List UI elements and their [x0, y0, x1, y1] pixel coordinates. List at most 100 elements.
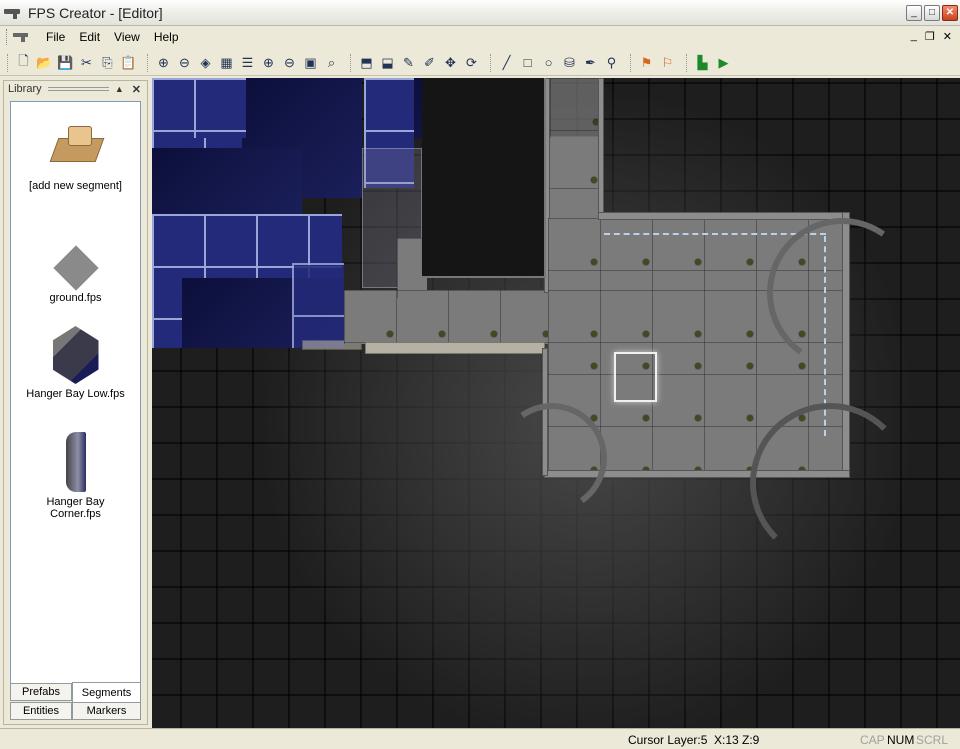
build-game-icon[interactable]: ▶ [713, 53, 734, 73]
hangar-wall-segment [152, 148, 302, 218]
menu-edit[interactable]: Edit [72, 28, 107, 46]
test-level-icon[interactable]: ▙ [692, 53, 713, 73]
list-item[interactable]: Hanger Bay Low.fps [11, 326, 140, 400]
select-icon[interactable]: ✥ [440, 53, 461, 73]
toolbar-grip[interactable] [350, 53, 353, 72]
paste-icon[interactable]: 📋 [118, 53, 139, 73]
brush-icon[interactable]: ✎ [398, 53, 419, 73]
list-item-label: ground.fps [49, 292, 102, 304]
list-item[interactable]: ground.fps [11, 240, 140, 304]
menubar-grip[interactable] [6, 29, 9, 45]
corridor-wall [598, 78, 604, 218]
add-segment-icon [46, 116, 106, 176]
list-item[interactable]: [add new segment] [11, 116, 140, 192]
eyedropper-icon[interactable]: ✒ [580, 53, 601, 73]
hangar-wall-segment [194, 78, 246, 138]
grid-icon[interactable]: ▦ [216, 53, 237, 73]
list-item-label: Hanger Bay Low.fps [26, 388, 125, 400]
toolbar-grip[interactable] [7, 53, 10, 72]
segment-list[interactable]: [add new segment] ground.fps Hanger Bay … [10, 101, 141, 701]
list-item-label: [add new segment] [29, 180, 122, 192]
hangar-wall-segment [292, 263, 344, 348]
line-icon[interactable]: ╱ [496, 53, 517, 73]
library-drag-grip[interactable] [47, 87, 109, 91]
list-item-label: Hanger Bay Corner.fps [46, 496, 105, 520]
cursor-layer-status: Cursor Layer:5 [628, 733, 708, 747]
rectangle-icon[interactable]: □ [517, 53, 538, 73]
toolbar-group: ⚑ ⚐ [627, 52, 681, 74]
segment-pick-icon[interactable]: ⬓ [377, 53, 398, 73]
magnify-icon[interactable]: ⌕ [321, 53, 342, 73]
layers-icon[interactable]: ☰ [237, 53, 258, 73]
layer-down-icon[interactable]: ⊖ [174, 53, 195, 73]
close-button[interactable]: ✕ [942, 5, 958, 21]
tab-segments[interactable]: Segments [72, 682, 141, 702]
hangar-bay-low-icon [52, 326, 99, 384]
save-icon[interactable]: 💾 [55, 53, 76, 73]
minimize-button[interactable]: _ [906, 5, 922, 21]
pin-icon[interactable]: ▲ [115, 84, 124, 94]
ground-segment-icon [46, 240, 106, 288]
doc-close-button[interactable]: ✕ [943, 30, 952, 43]
menu-file[interactable]: File [39, 28, 72, 46]
corridor-ledge [365, 342, 545, 354]
scroll-lock-indicator: SCRL [916, 733, 949, 747]
toolbar-group: ╱ □ ○ ⛁ ✒ ⚲ [487, 52, 625, 74]
toolbar-grip[interactable] [490, 53, 493, 72]
editor-viewport[interactable] [152, 78, 960, 728]
toolbar: 🗋 📂 💾 ✂ ⎘ 📋 ⊕ ⊖ ◈ ▦ ☰ ⊕ ⊖ ▣ ⌕ ⬒ ⬓ ✎ ✐ ✥ ⟳ ╱ □ ○ ⛁ ✒ ⚲ ⚑ ⚐ ▙ ▶ [0, 50, 960, 76]
title-bar[interactable]: FPS Creator - [Editor] _ □ ✕ [0, 0, 960, 26]
zoom-in-icon[interactable]: ⊕ [258, 53, 279, 73]
copy-icon[interactable]: ⎘ [97, 53, 118, 73]
menu-help[interactable]: Help [147, 28, 186, 46]
menu-bar: File Edit View Help _ ❐ ✕ [0, 26, 960, 48]
close-library-icon[interactable]: ✕ [132, 83, 141, 96]
cursor-coords-status: X:13 Z:9 [714, 733, 760, 747]
vertical-corridor-floor [550, 78, 598, 138]
tab-markers[interactable]: Markers [72, 702, 141, 720]
circle-icon[interactable]: ○ [538, 53, 559, 73]
cut-icon[interactable]: ✂ [76, 53, 97, 73]
toolbar-grip[interactable] [686, 53, 689, 72]
corridor-floor [344, 290, 548, 344]
document-window-controls: _ ❐ ✕ [911, 30, 952, 43]
open-folder-icon[interactable]: 📂 [34, 53, 55, 73]
app-gun-icon[interactable] [4, 7, 22, 19]
list-item[interactable]: Hanger Bay Corner.fps [11, 432, 140, 520]
toolbar-group: ⊕ ⊖ ◈ ▦ ☰ ⊕ ⊖ ▣ ⌕ [144, 52, 345, 74]
toolbar-group: ⬒ ⬓ ✎ ✐ ✥ ⟳ [347, 52, 485, 74]
view-icon[interactable]: ◈ [195, 53, 216, 73]
new-file-icon[interactable]: 🗋 [13, 53, 34, 73]
segment-paint-icon[interactable]: ⬒ [356, 53, 377, 73]
rotate-icon[interactable]: ⟳ [461, 53, 482, 73]
window-controls: _ □ ✕ [906, 5, 958, 21]
flag-icon[interactable]: ⚑ [636, 53, 657, 73]
window-title: FPS Creator - [Editor] [28, 4, 163, 21]
tab-prefabs[interactable]: Prefabs [10, 683, 72, 701]
placement-cursor[interactable] [614, 352, 657, 402]
tab-entities[interactable]: Entities [10, 702, 72, 720]
flags-icon[interactable]: ⚐ [657, 53, 678, 73]
zoom-out-icon[interactable]: ⊖ [279, 53, 300, 73]
toolbar-group: 🗋 📂 💾 ✂ ⎘ 📋 [4, 52, 142, 74]
picture-icon[interactable]: ▣ [300, 53, 321, 73]
menu-view[interactable]: View [107, 28, 147, 46]
fill-icon[interactable]: ⛁ [559, 53, 580, 73]
document-gun-icon[interactable] [13, 31, 31, 43]
spray-icon[interactable]: ✐ [419, 53, 440, 73]
library-panel: Library ▲ ✕ [add new segment] ground.fps… [3, 80, 148, 725]
curved-wall [750, 403, 910, 563]
room-wall-top [598, 212, 850, 220]
doc-restore-button[interactable]: ❐ [925, 30, 935, 43]
toolbar-group: ▙ ▶ [683, 52, 737, 74]
layer-up-icon[interactable]: ⊕ [153, 53, 174, 73]
hangar-bay-corner-icon [65, 432, 86, 492]
toolbar-grip[interactable] [147, 53, 150, 72]
pit-opening [422, 78, 546, 278]
doc-minimize-button[interactable]: _ [911, 30, 917, 43]
entity-icon[interactable]: ⚲ [601, 53, 622, 73]
library-title: Library [8, 83, 42, 95]
toolbar-grip[interactable] [630, 53, 633, 72]
maximize-button[interactable]: □ [924, 5, 940, 21]
library-header[interactable]: Library ▲ ✕ [4, 81, 147, 97]
